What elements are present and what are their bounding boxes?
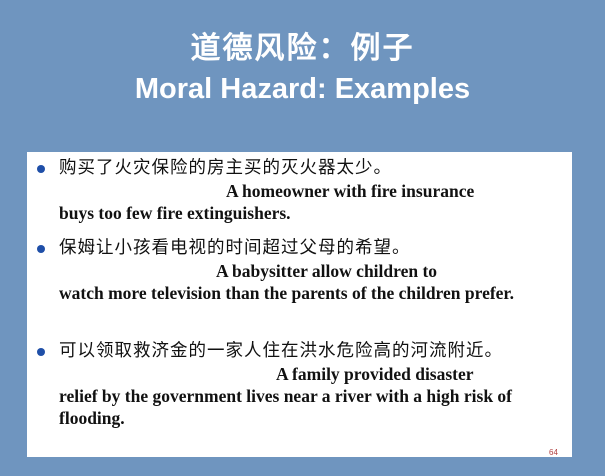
slide-title: 道德风险：例子 Moral Hazard: Examples bbox=[0, 30, 605, 106]
bullet-english-line1: A babysitter allow children to bbox=[216, 261, 438, 281]
bullet-english-text: A babysitter allow children to watch mor… bbox=[59, 260, 569, 304]
bullet-english-rest: relief by the government lives near a ri… bbox=[59, 386, 513, 428]
bullet-english-line1: A homeowner with fire insurance bbox=[226, 181, 475, 201]
bullet-item-homeowner: 购买了火灾保险的房主买的灭火器太少。 A homeowner with fire… bbox=[37, 156, 569, 236]
title-english: Moral Hazard: Examples bbox=[134, 73, 471, 105]
bullet-item-babysitter: 保姆让小孩看电视的时间超过父母的希望。 A babysitter allow c… bbox=[37, 236, 569, 339]
bullet-icon bbox=[37, 165, 45, 173]
bullet-chinese-text: 购买了火灾保险的房主买的灭火器太少。 bbox=[59, 158, 392, 178]
bullet-english-text: A homeowner with fire insurance buys too… bbox=[59, 180, 569, 224]
bullet-item-family: 可以领取救济金的一家人住在洪水危险高的河流附近。 A family provid… bbox=[37, 339, 569, 429]
title-chinese: 道德风险：例子 bbox=[190, 31, 415, 66]
content-panel: 购买了火灾保险的房主买的灭火器太少。 A homeowner with fire… bbox=[27, 152, 572, 457]
bullet-list: 购买了火灾保险的房主买的灭火器太少。 A homeowner with fire… bbox=[37, 156, 569, 429]
bullet-english-line1: A family provided disaster bbox=[276, 364, 474, 384]
bullet-icon bbox=[37, 348, 45, 356]
page-number: 64 bbox=[549, 448, 558, 457]
bullet-english-text: A family provided disaster relief by the… bbox=[59, 363, 569, 429]
bullet-chinese-text: 可以领取救济金的一家人住在洪水危险高的河流附近。 bbox=[59, 341, 503, 361]
bullet-english-rest: watch more television than the parents o… bbox=[59, 283, 514, 303]
bullet-english-rest: buys too few fire extinguishers. bbox=[59, 203, 291, 223]
bullet-icon bbox=[37, 245, 45, 253]
bullet-chinese-text: 保姆让小孩看电视的时间超过父母的希望。 bbox=[59, 238, 411, 258]
